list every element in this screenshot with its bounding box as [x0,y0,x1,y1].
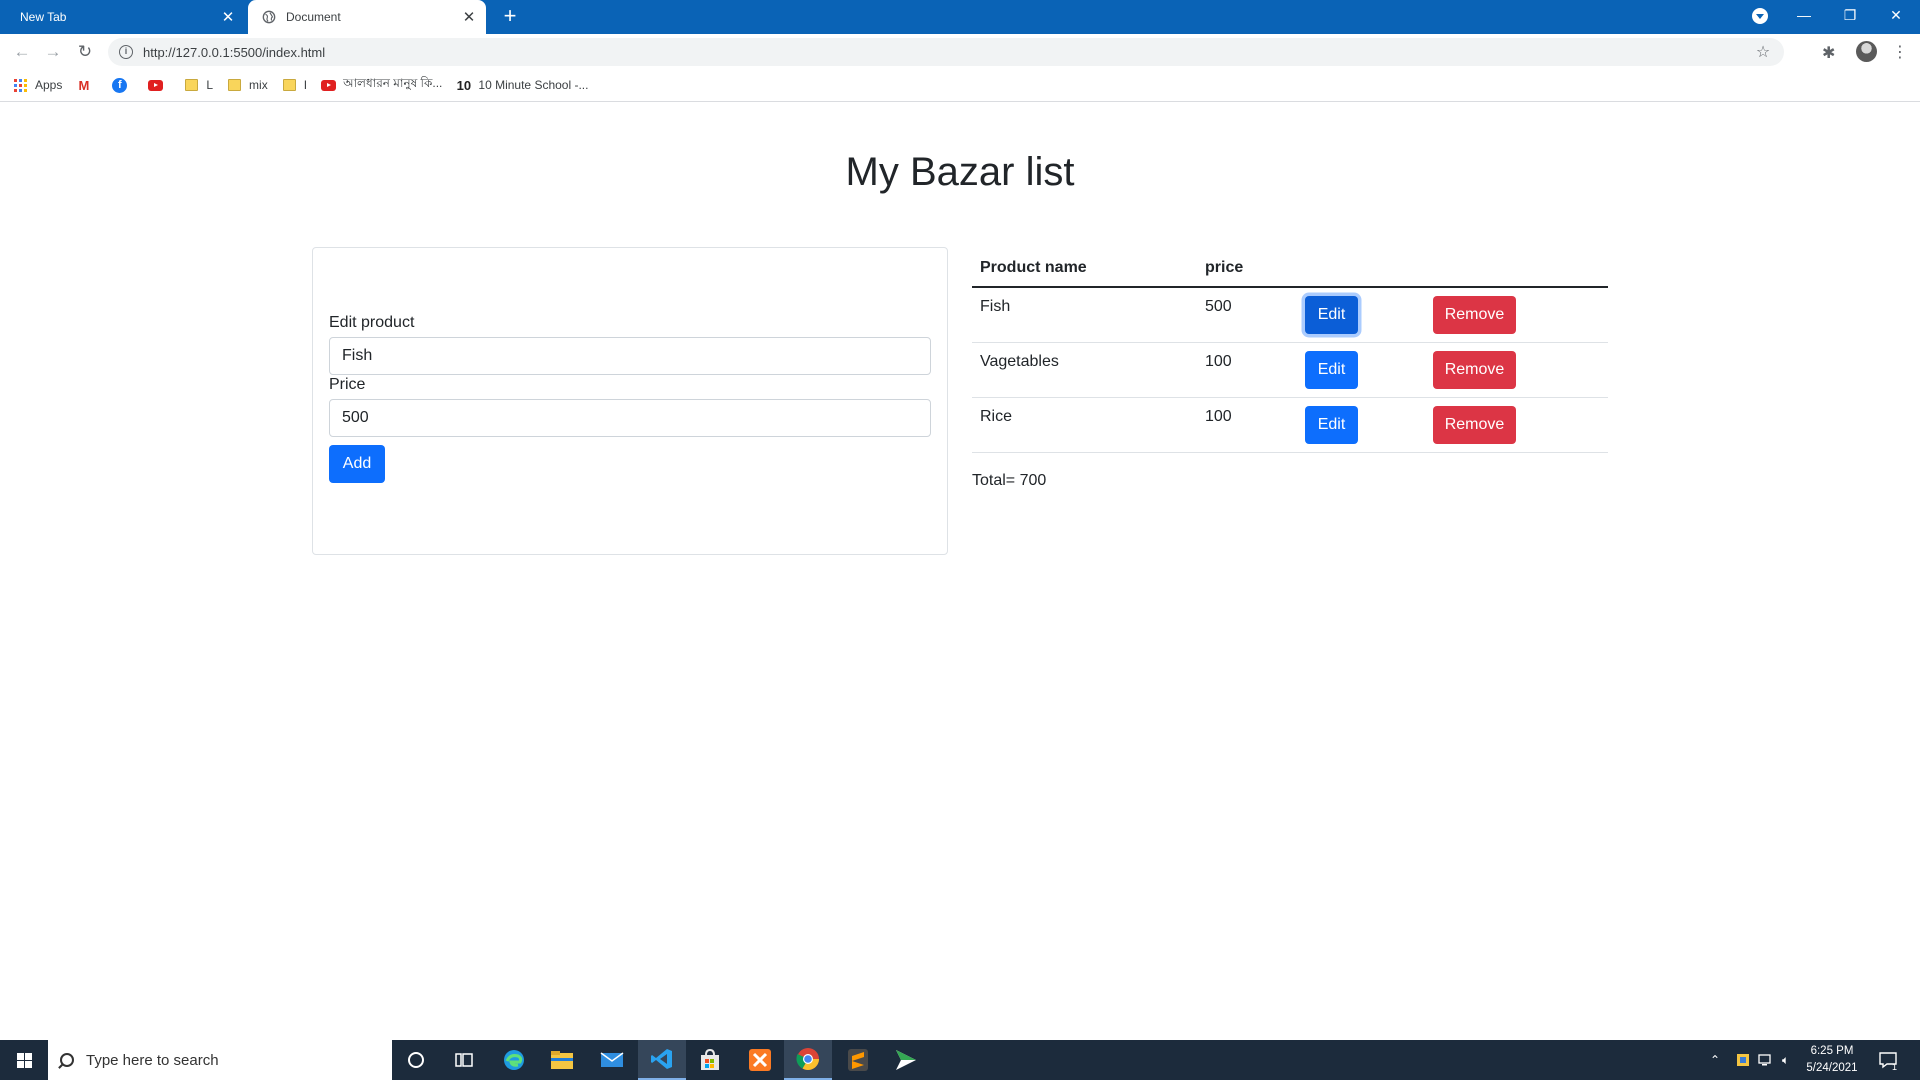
remove-button[interactable]: Remove [1433,296,1516,334]
forward-arrow-icon[interactable]: → [41,40,65,64]
windows-start-icon[interactable] [0,1040,48,1080]
vscode-icon[interactable] [638,1040,686,1080]
bookmark-label: I [303,78,308,92]
globe-icon [262,10,276,24]
minimize-icon[interactable]: — [1782,0,1826,30]
column-header-product-name: Product name [980,259,1087,276]
product-name-input[interactable] [329,337,931,375]
price-cell: 100 [1205,353,1232,370]
media-play-icon[interactable] [882,1040,930,1080]
edit-button[interactable]: Edit [1305,296,1358,334]
mail-icon[interactable] [588,1040,636,1080]
tab-search-icon[interactable] [1752,8,1768,24]
network-icon[interactable] [1758,1040,1774,1080]
bookmark-folder-l[interactable]: L [184,78,213,93]
product-name-cell: Rice [980,408,1013,425]
back-arrow-icon[interactable]: ← [10,40,34,64]
bookmark-gmail[interactable]: M [76,78,98,93]
tab-document[interactable]: Document ✕ [248,0,486,34]
bookmark-label: L [206,78,214,92]
gmail-icon: M [78,77,90,93]
folder-icon [282,78,297,93]
remove-button[interactable]: Remove [1433,351,1516,389]
system-clock[interactable]: 6:25 PM 5/24/2021 [1792,1043,1872,1077]
bookmark-label: mix [249,78,268,92]
notification-center-icon[interactable]: 1 [1878,1040,1898,1080]
facebook-icon: f [112,77,128,93]
microsoft-store-icon[interactable] [686,1040,734,1080]
edit-product-label: Edit product [329,314,415,331]
browser-tab-bar: New Tab ✕ Document ✕ + — ❐ ✕ [0,0,1920,34]
bookmark-youtube[interactable] [148,78,170,93]
ten-minute-school-icon: 10 [456,77,472,93]
window-close-icon[interactable]: ✕ [1874,0,1918,30]
tab-label: Document [286,10,341,24]
product-name-cell: Fish [980,298,1011,315]
taskbar-search-placeholder: Type here to search [86,1051,219,1069]
tab-new-tab[interactable]: New Tab ✕ [0,0,245,34]
url-text[interactable]: http://127.0.0.1:5500/index.html [143,45,1750,60]
bookmark-apps[interactable]: Apps [13,78,62,93]
close-icon[interactable]: ✕ [458,6,480,28]
clock-time: 6:25 PM [1810,1045,1854,1057]
xampp-icon[interactable] [736,1040,784,1080]
reload-icon[interactable]: ↻ [73,40,97,64]
info-icon[interactable]: i [119,45,133,59]
sublime-text-icon[interactable] [834,1040,882,1080]
close-icon[interactable]: ✕ [217,6,239,28]
edit-button[interactable]: Edit [1305,351,1358,389]
taskbar-search-box[interactable]: Type here to search [48,1040,392,1080]
clock-date: 5/24/2021 [1806,1062,1858,1074]
bookmarks-bar: Apps M f L mix I আলধারন মানুষ কি... 10 1… [0,69,1920,102]
extensions-puzzle-icon[interactable]: ✱ [1822,43,1835,63]
drive-sync-icon[interactable] [1736,1040,1750,1080]
add-button[interactable]: Add [329,445,385,483]
more-vertical-icon[interactable]: ⋮ [1892,42,1908,62]
task-view-icon[interactable] [440,1040,488,1080]
edit-product-card: Edit product Price Add [312,247,948,555]
file-explorer-icon[interactable] [538,1040,586,1080]
chrome-icon[interactable] [784,1040,832,1080]
bookmark-folder-i[interactable]: I [282,78,307,93]
cortana-icon[interactable] [392,1040,440,1080]
search-icon [60,1053,74,1067]
price-cell: 100 [1205,408,1232,425]
apps-grid-icon [13,78,28,93]
new-tab-plus-icon[interactable]: + [498,5,522,29]
folder-icon [184,78,199,93]
bookmark-folder-mix[interactable]: mix [227,78,268,93]
avatar[interactable] [1856,41,1877,62]
address-bar[interactable]: i http://127.0.0.1:5500/index.html ☆ [108,38,1784,66]
bookmark-facebook[interactable]: f [112,77,134,93]
table-row: Vagetables 100 Edit Remove [972,343,1608,398]
volume-icon[interactable]: 🔈︎ [1782,1040,1789,1080]
show-hidden-icons-chevron-up-icon[interactable]: ⌃ [1710,1040,1720,1080]
bookmark-label: 10 Minute School -... [478,78,589,92]
bookmark-label: Apps [35,78,63,92]
page-title: My Bazar list [845,150,1075,194]
bookmark-label: আলধারন মানুষ কি... [343,76,443,90]
table-row: Rice 100 Edit Remove [972,398,1608,453]
edit-button[interactable]: Edit [1305,406,1358,444]
browser-toolbar: ← → ↻ i http://127.0.0.1:5500/index.html… [0,34,1920,69]
youtube-icon [148,78,164,93]
price-cell: 500 [1205,298,1232,315]
bookmark-10-minute-school[interactable]: 10 10 Minute School -... [456,77,589,93]
bookmark-youtube-video[interactable]: আলধারন মানুষ কি... [321,75,442,95]
price-label: Price [329,376,366,393]
remove-button[interactable]: Remove [1433,406,1516,444]
table-row: Fish 500 Edit Remove [972,288,1608,343]
price-input[interactable] [329,399,931,437]
notification-count-badge: 1 [1892,1062,1898,1072]
bookmark-star-icon[interactable]: ☆ [1750,42,1776,62]
column-header-price: price [1205,259,1244,276]
restore-icon[interactable]: ❐ [1828,0,1872,30]
taskbar: Type here to search ⌃ 🔈︎ 6:25 PM 5/24/20… [0,1040,1920,1080]
edge-browser-icon[interactable] [490,1040,538,1080]
tab-label: New Tab [20,10,67,24]
folder-icon [227,78,242,93]
total-text: Total= 700 [972,472,1047,489]
youtube-icon [321,78,337,93]
product-name-cell: Vagetables [980,353,1059,370]
